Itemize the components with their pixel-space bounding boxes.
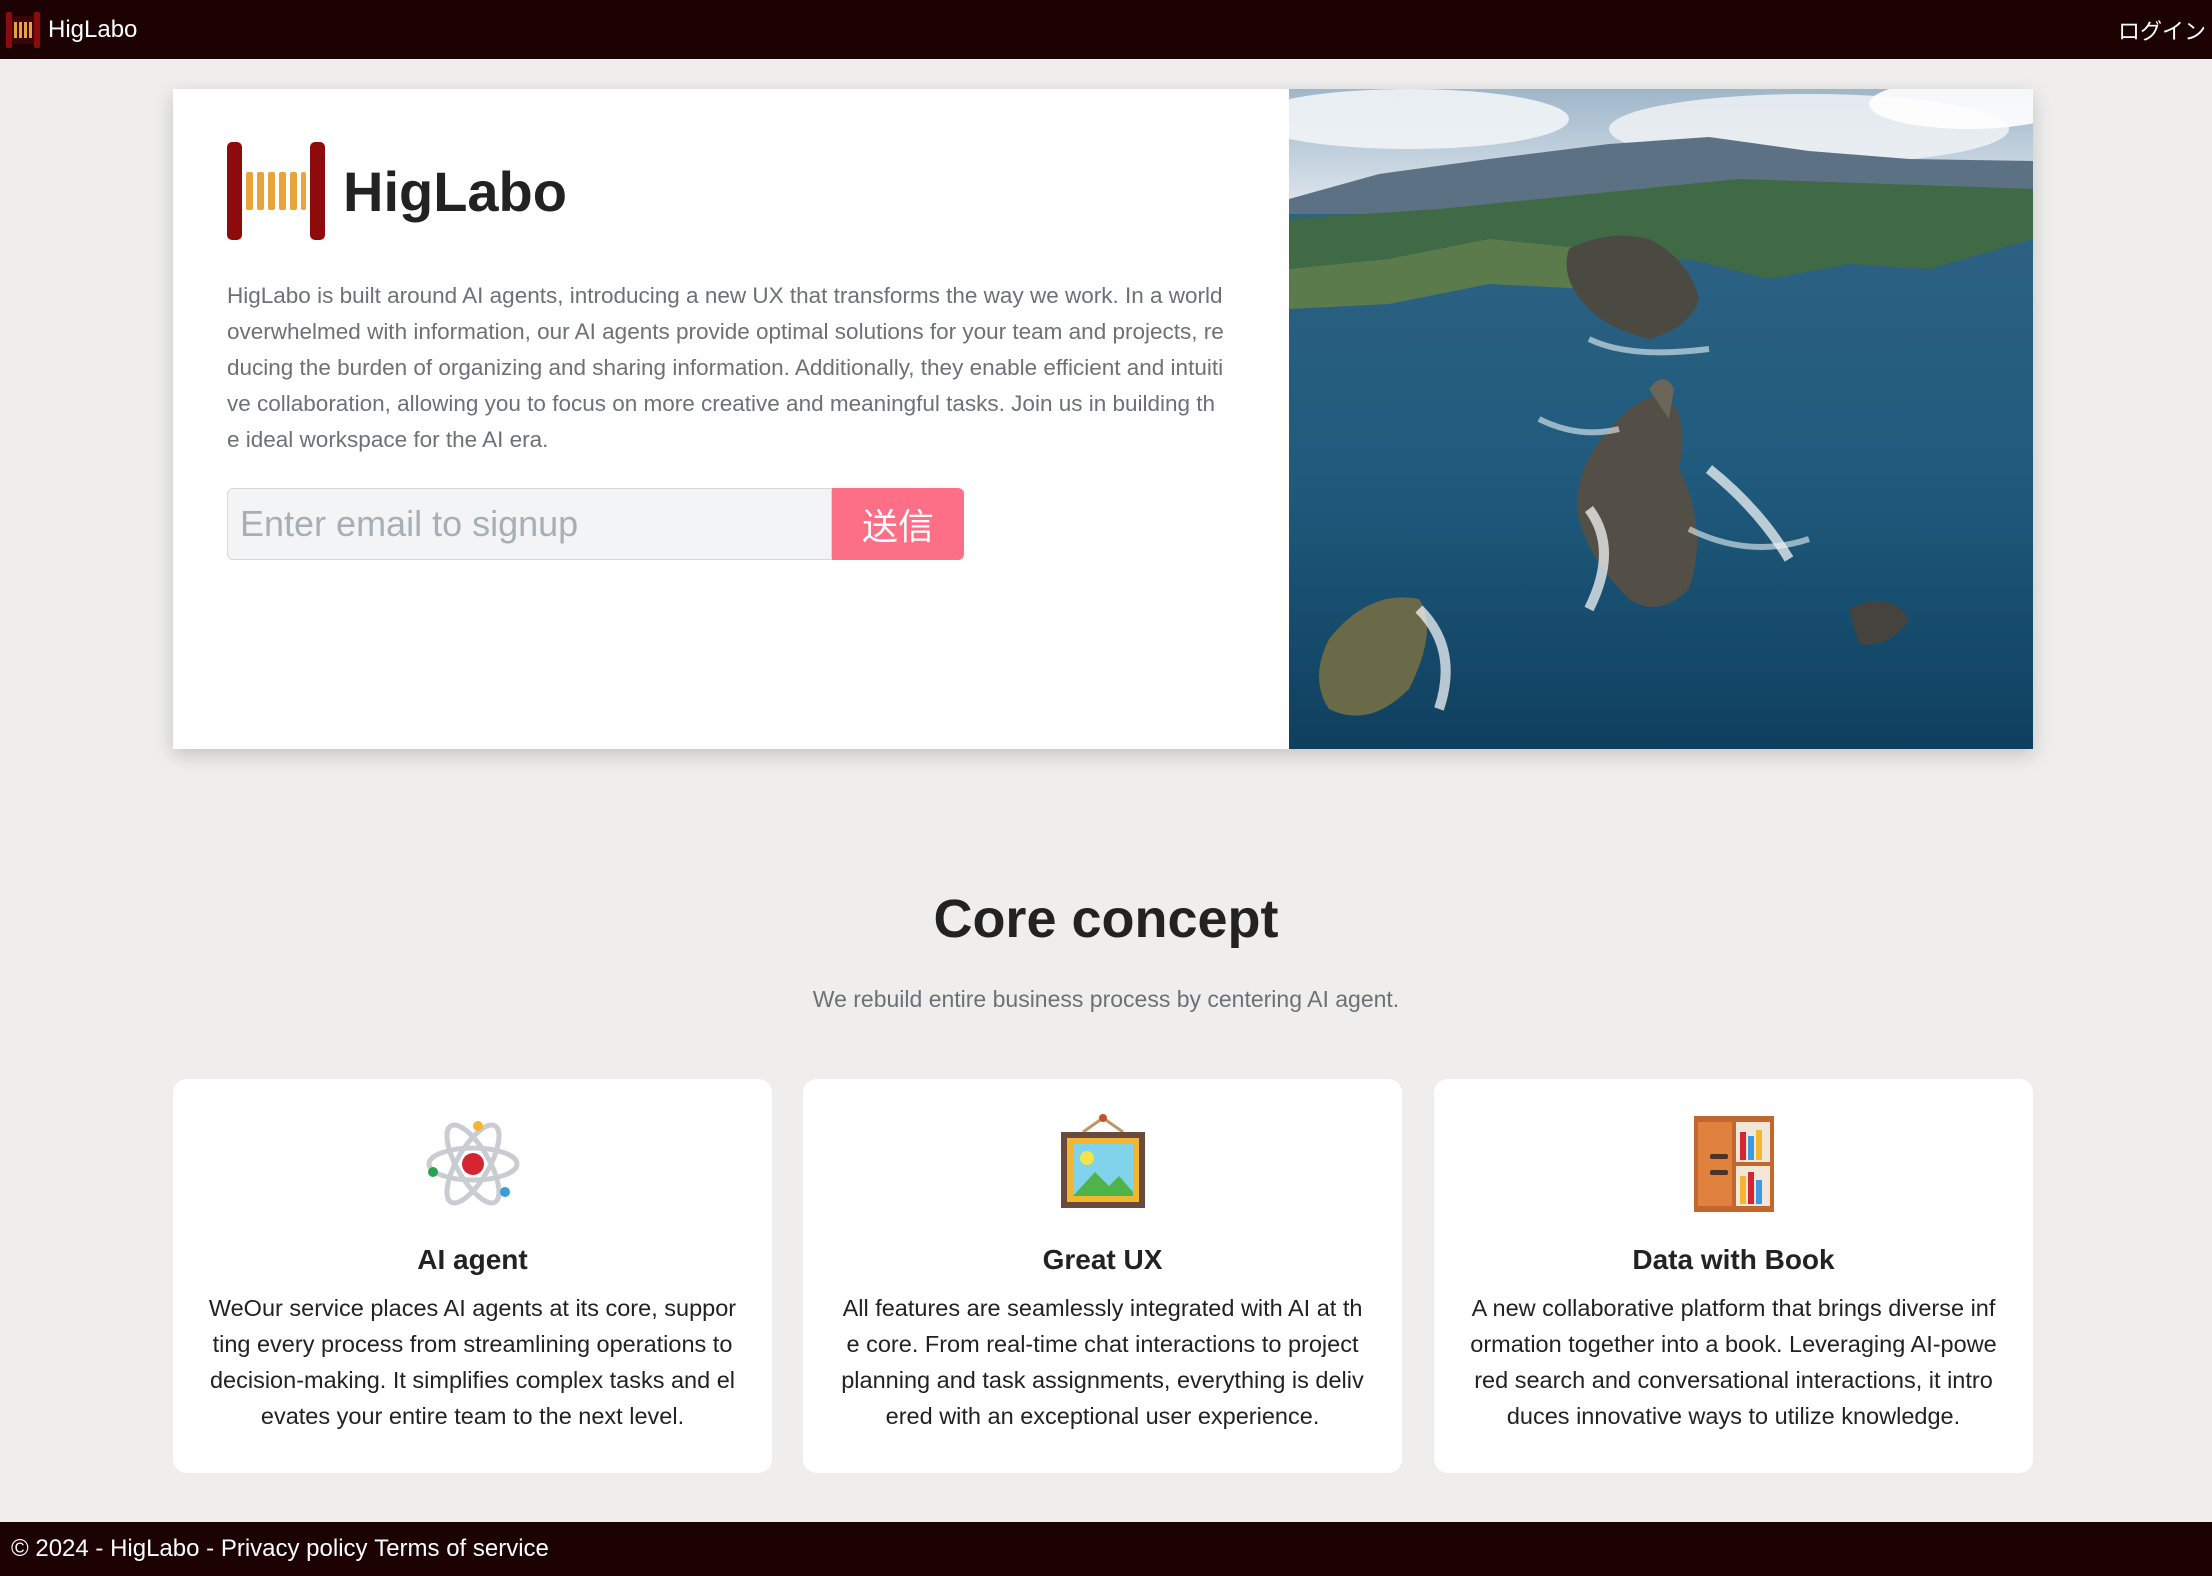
higlabo-logo-icon: [227, 142, 325, 240]
nav-brand-link[interactable]: HigLabo: [6, 10, 137, 50]
hero-title: HigLabo: [343, 159, 567, 223]
hero-coastal-image: [1289, 89, 2033, 749]
card-title: Great UX: [1042, 1244, 1163, 1275]
hero-card: HigLabo HigLabo is built around AI agent…: [173, 89, 2033, 749]
core-concept-title: Core concept: [933, 889, 1279, 949]
concept-cards: AI agent WeOur service places AI agents …: [173, 1079, 2033, 1473]
concept-card-data-with-book: Data with Book A new collaborative platf…: [1434, 1079, 2033, 1473]
higlabo-logo-icon: [6, 11, 40, 48]
hero-description: HigLabo is built around AI agents, intro…: [227, 283, 1224, 452]
coastal-landscape-photo-icon: [1289, 89, 2033, 749]
card-title: AI agent: [417, 1244, 528, 1275]
login-link[interactable]: ログイン: [2118, 14, 2206, 46]
atom-icon: [426, 1121, 519, 1206]
card-title: Data with Book: [1632, 1244, 1835, 1275]
hero-brand: HigLabo: [227, 142, 1235, 240]
core-concept-subtitle: We rebuild entire business process by ce…: [812, 986, 1400, 1012]
concept-card-great-ux: Great UX All features are seamlessly int…: [803, 1079, 1402, 1473]
hero-content: HigLabo HigLabo is built around AI agent…: [173, 89, 1289, 749]
top-nav: HigLabo ログイン: [0, 0, 2212, 59]
card-text: A new collaborative platform that brings…: [1470, 1295, 1997, 1429]
nav-brand-name: HigLabo: [48, 15, 138, 43]
card-text: All features are seamlessly integrated w…: [841, 1295, 1364, 1429]
card-text: WeOur service places AI agents at its co…: [208, 1295, 737, 1429]
concept-card-ai-agent: AI agent WeOur service places AI agents …: [173, 1079, 772, 1473]
framed-picture-icon: [1060, 1114, 1145, 1208]
terms-of-service-link[interactable]: Terms of service: [374, 1535, 549, 1563]
privacy-policy-link[interactable]: Privacy policy: [221, 1535, 368, 1563]
signup-form: 送信: [227, 488, 1235, 560]
email-signup-input[interactable]: [227, 488, 832, 560]
footer: © 2024 - HigLabo - Privacy policy Terms …: [0, 1522, 2212, 1576]
bookshelf-icon: [1693, 1116, 1774, 1212]
submit-button[interactable]: 送信: [832, 488, 964, 560]
footer-copyright: © 2024 - HigLabo -: [11, 1535, 215, 1562]
